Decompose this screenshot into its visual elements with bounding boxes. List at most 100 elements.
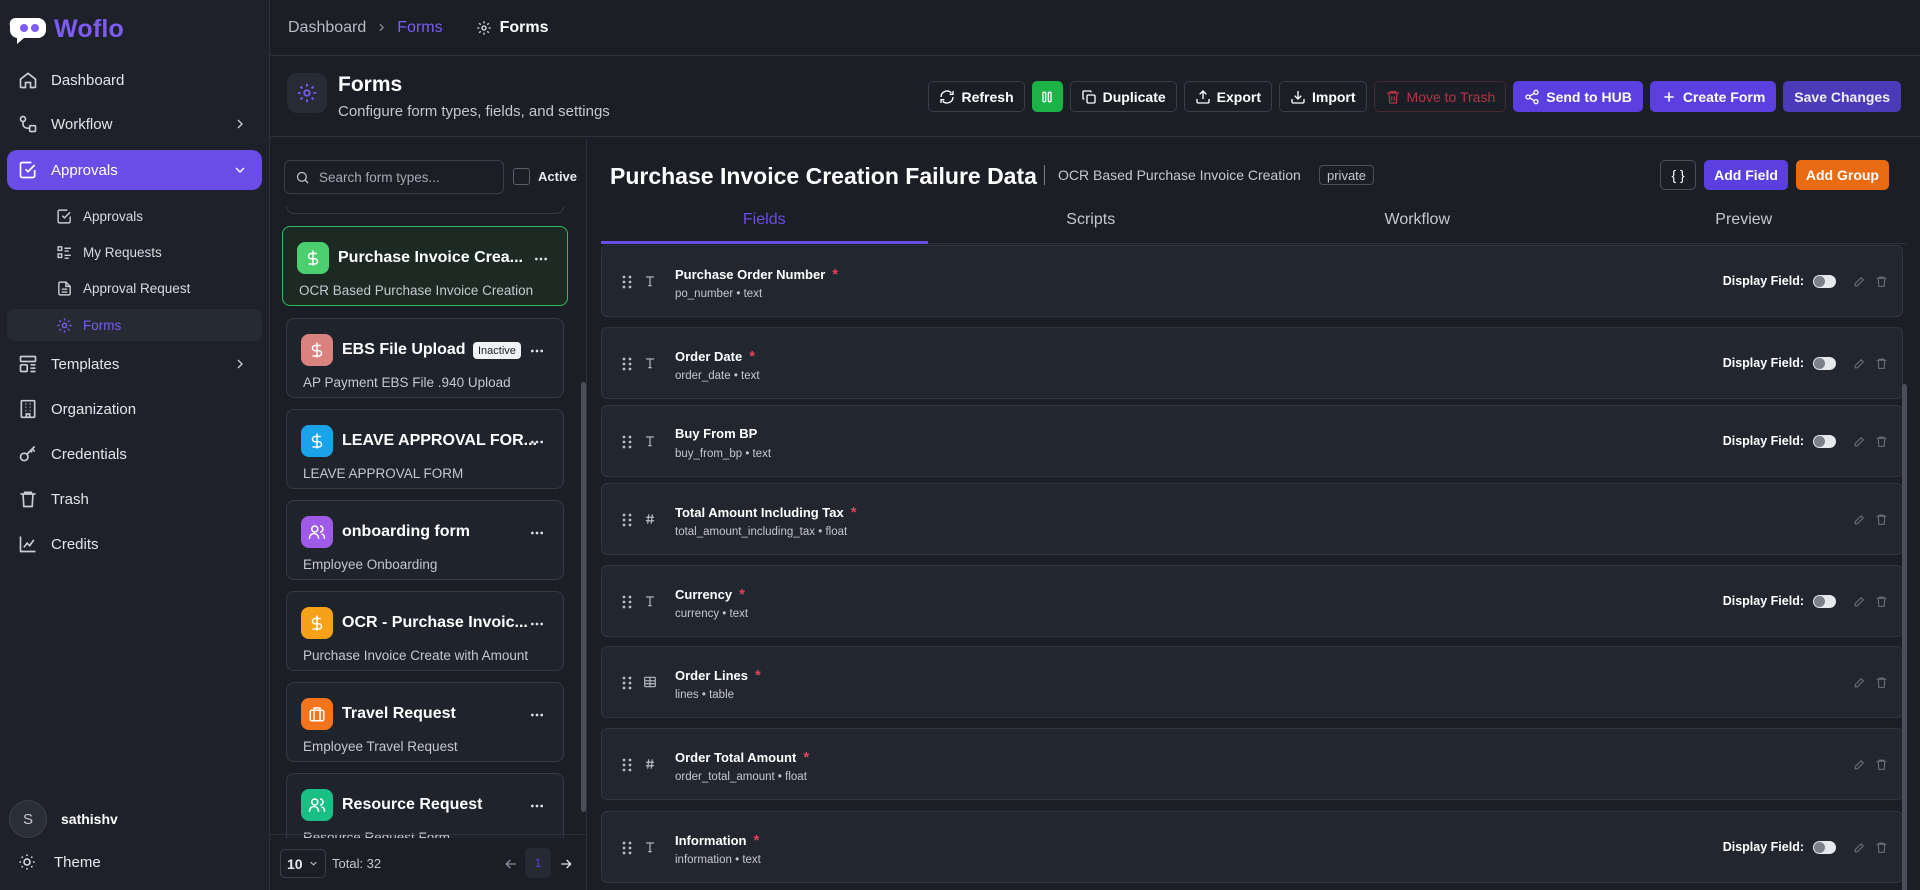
tab-preview[interactable]: Preview (1581, 206, 1908, 243)
form-card-leave-approval[interactable]: LEAVE APPROVAL FOR... LEAVE APPROVAL FOR… (286, 409, 564, 489)
list-scrollbar[interactable] (581, 382, 586, 812)
field-list-scrollbar[interactable] (1902, 384, 1907, 890)
form-card-purchase-invoice[interactable]: Purchase Invoice Crea... OCR Based Purch… (282, 226, 568, 306)
field-row[interactable]: Total Amount Including Tax * total_amount… (601, 483, 1903, 555)
move-to-trash-button[interactable]: Move to Trash (1373, 81, 1507, 112)
display-field-toggle[interactable] (1813, 840, 1836, 854)
more-horizontal-icon[interactable] (529, 616, 545, 632)
sidebar-item-credentials[interactable]: Credentials (7, 434, 262, 474)
sidebar-subitem-approval-request[interactable]: Approval Request (7, 272, 262, 304)
more-horizontal-icon[interactable] (529, 434, 545, 450)
trash-icon[interactable] (1875, 357, 1888, 370)
import-button[interactable]: Import (1278, 81, 1367, 112)
field-row[interactable]: Order Date * order_date • text Display Fi… (601, 327, 1903, 399)
drag-handle-icon[interactable] (621, 595, 633, 609)
tab-workflow[interactable]: Workflow (1254, 206, 1581, 243)
form-card-travel-request[interactable]: Travel Request Employee Travel Request (286, 682, 564, 762)
json-view-button[interactable]: { } (1660, 160, 1697, 190)
sidebar-subitem-approvals[interactable]: Approvals (7, 200, 262, 232)
drag-handle-icon[interactable] (621, 435, 633, 449)
drag-handle-icon[interactable] (621, 513, 633, 527)
duplicate-button[interactable]: Duplicate (1069, 81, 1177, 112)
more-horizontal-icon[interactable] (533, 251, 549, 267)
trash-icon[interactable] (1875, 676, 1888, 689)
field-row[interactable]: Currency * currency • text Display Field: (601, 565, 1903, 637)
trash-icon[interactable] (1875, 595, 1888, 608)
display-field-toggle[interactable] (1813, 274, 1836, 288)
more-horizontal-icon[interactable] (529, 343, 545, 359)
arrow-left-icon[interactable] (503, 856, 519, 872)
tab-fields[interactable]: Fields (601, 206, 928, 244)
display-field-toggle[interactable] (1813, 594, 1836, 608)
active-checkbox[interactable] (513, 168, 530, 185)
refresh-button[interactable]: Refresh (928, 81, 1025, 112)
drag-handle-icon[interactable] (621, 357, 633, 371)
theme-toggle[interactable]: Theme (18, 853, 101, 871)
send-to-hub-button[interactable]: Send to HUB (1513, 81, 1643, 112)
sidebar-item-label: Credentials (51, 445, 127, 463)
edit-icon[interactable] (1853, 676, 1866, 689)
page-number[interactable]: 1 (525, 848, 551, 878)
add-field-button[interactable]: Add Field (1704, 160, 1788, 190)
trash-icon[interactable] (1875, 435, 1888, 448)
form-card-ocr-purchase-invoice[interactable]: OCR - Purchase Invoic... Purchase Invoic… (286, 591, 564, 671)
breadcrumb-forms-link[interactable]: Forms (397, 19, 442, 37)
more-horizontal-icon[interactable] (529, 707, 545, 723)
gear-icon (56, 317, 73, 334)
arrow-right-icon[interactable] (558, 856, 574, 872)
trash-icon[interactable] (1875, 841, 1888, 854)
edit-icon[interactable] (1853, 275, 1866, 288)
edit-icon[interactable] (1853, 595, 1866, 608)
edit-icon[interactable] (1853, 357, 1866, 370)
search-box[interactable] (284, 160, 504, 194)
edit-icon[interactable] (1853, 841, 1866, 854)
form-card-ebs-file-upload[interactable]: EBS File Upload Inactive AP Payment EBS … (286, 318, 564, 398)
trash-icon[interactable] (1875, 275, 1888, 288)
field-row[interactable]: Order Lines * lines • table (601, 646, 1903, 718)
edit-icon[interactable] (1853, 758, 1866, 771)
field-label: Buy From BP (675, 426, 757, 441)
page-size-select[interactable]: 10 (280, 849, 326, 878)
edit-icon[interactable] (1853, 513, 1866, 526)
field-row[interactable]: Purchase Order Number * po_number • text … (601, 245, 1903, 317)
sidebar-item-dashboard[interactable]: Dashboard (7, 60, 262, 100)
drag-handle-icon[interactable] (621, 758, 633, 772)
create-form-button[interactable]: Create Form (1649, 81, 1777, 112)
trash-icon[interactable] (1875, 758, 1888, 771)
search-input[interactable] (319, 169, 499, 185)
trash-icon[interactable] (1875, 513, 1888, 526)
form-card-onboarding[interactable]: onboarding form Employee Onboarding (286, 500, 564, 580)
pause-button[interactable] (1031, 81, 1063, 112)
sidebar-item-organization[interactable]: Organization (7, 389, 262, 429)
sidebar-item-workflow[interactable]: Workflow (7, 104, 262, 144)
drag-handle-icon[interactable] (621, 676, 633, 690)
sidebar-item-credits[interactable]: Credits (7, 524, 262, 564)
drag-handle-icon[interactable] (621, 275, 633, 289)
add-group-button[interactable]: Add Group (1795, 160, 1889, 190)
display-field-toggle[interactable] (1813, 434, 1836, 448)
active-filter[interactable]: Active (513, 168, 577, 185)
field-row[interactable]: Information * information • text Display … (601, 811, 1903, 883)
sidebar-item-approvals[interactable]: Approvals (7, 150, 262, 190)
edit-icon[interactable] (1853, 435, 1866, 448)
sidebar-item-templates[interactable]: Templates (7, 344, 262, 384)
more-horizontal-icon[interactable] (529, 525, 545, 541)
field-row[interactable]: Buy From BP buy_from_bp • text Display F… (601, 405, 1903, 477)
user-profile[interactable]: S sathishv (9, 800, 118, 838)
field-row[interactable]: Order Total Amount * order_total_amount •… (601, 728, 1903, 800)
display-field-toggle[interactable] (1813, 356, 1836, 370)
create-form-label: Create Form (1682, 88, 1766, 105)
sidebar-subitem-my-requests[interactable]: My Requests (7, 236, 262, 268)
dollar-icon (308, 614, 326, 632)
save-changes-button[interactable]: Save Changes (1783, 81, 1901, 112)
breadcrumb-root[interactable]: Dashboard (288, 19, 366, 37)
sidebar-item-trash[interactable]: Trash (7, 479, 262, 519)
export-button[interactable]: Export (1183, 81, 1272, 112)
card-icon (297, 242, 329, 274)
more-horizontal-icon[interactable] (529, 798, 545, 814)
drag-handle-icon[interactable] (621, 841, 633, 855)
sidebar-subitem-forms[interactable]: Forms (7, 309, 262, 341)
form-card-resource-request[interactable]: Resource Request Resource Request Form (286, 773, 564, 838)
tab-scripts[interactable]: Scripts (928, 206, 1255, 243)
logo[interactable]: Woflo (8, 12, 124, 46)
